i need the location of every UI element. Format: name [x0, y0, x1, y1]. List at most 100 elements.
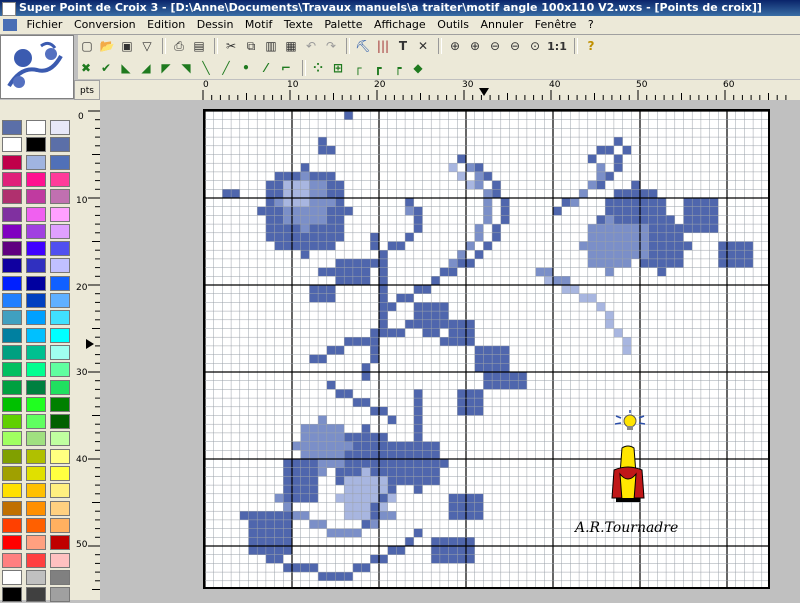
palette-swatch[interactable]: [50, 500, 70, 516]
palette-swatch[interactable]: [50, 362, 70, 378]
palette-swatch[interactable]: [2, 241, 22, 257]
palette-swatch[interactable]: [26, 448, 46, 464]
petite-stitch-icon[interactable]: ╲: [198, 60, 214, 76]
palette-swatch[interactable]: [26, 241, 46, 257]
three-quarter-stitch-icon[interactable]: ◢: [138, 60, 154, 76]
palette-swatch[interactable]: [50, 258, 70, 274]
palette-swatch[interactable]: [2, 396, 22, 412]
palette-swatch[interactable]: [26, 569, 46, 585]
palette-swatch[interactable]: [26, 379, 46, 395]
palette-swatch[interactable]: [26, 414, 46, 430]
menu-texte[interactable]: Texte: [280, 16, 317, 34]
square-stitch-icon[interactable]: ⌐: [278, 60, 294, 76]
palette-swatch[interactable]: [50, 344, 70, 360]
palette-swatch[interactable]: [50, 293, 70, 308]
palette-swatch[interactable]: [26, 431, 46, 447]
open-icon[interactable]: 📂: [98, 37, 116, 55]
palette-swatch[interactable]: [26, 120, 46, 135]
quarter-stitch-icon[interactable]: ◣: [118, 60, 134, 76]
cut-icon[interactable]: ✂: [222, 37, 240, 55]
palette-swatch[interactable]: [26, 327, 46, 343]
palette-swatch[interactable]: [50, 154, 70, 170]
zoom-out-icon[interactable]: ⊖: [486, 37, 504, 55]
palette-swatch[interactable]: [2, 293, 22, 308]
bead-icon[interactable]: •: [238, 60, 254, 76]
palette-swatch[interactable]: [2, 448, 22, 464]
menu-fenetre[interactable]: Fenêtre: [531, 16, 581, 34]
palette-swatch[interactable]: [50, 310, 70, 326]
menu-outils[interactable]: Outils: [433, 16, 473, 34]
palette-swatch[interactable]: [2, 258, 22, 274]
symbol-icon[interactable]: ✕: [414, 37, 432, 55]
palette-swatch[interactable]: [50, 535, 70, 551]
star-stitch-icon[interactable]: ⁄: [258, 60, 274, 76]
palette-swatch[interactable]: [50, 396, 70, 412]
zoom-reset-icon[interactable]: ⊙: [526, 37, 544, 55]
zoom-in-icon[interactable]: ⊕: [446, 37, 464, 55]
print-preview-icon[interactable]: ▤: [190, 37, 208, 55]
palette-swatch[interactable]: [50, 379, 70, 395]
menu-dessin[interactable]: Dessin: [193, 16, 238, 34]
palette-swatch[interactable]: [50, 569, 70, 585]
document-menu-icon[interactable]: [3, 19, 17, 31]
cross-stitch-icon[interactable]: ✖: [78, 60, 94, 76]
back-stitch-icon[interactable]: ◤: [158, 60, 174, 76]
palette-swatch[interactable]: [50, 275, 70, 291]
save-icon[interactable]: ▣: [118, 37, 136, 55]
stitch-tools-icon[interactable]: |||: [374, 37, 392, 55]
palette-swatch[interactable]: [26, 483, 46, 499]
palette-swatch[interactable]: [26, 500, 46, 516]
copy-icon[interactable]: ⧉: [242, 37, 260, 55]
french-knot-icon[interactable]: ╱: [218, 60, 234, 76]
eraser-stitch-icon[interactable]: ◆: [410, 60, 426, 76]
palette-swatch[interactable]: [2, 327, 22, 343]
menu-edition[interactable]: Edition: [143, 16, 189, 34]
palette-swatch[interactable]: [26, 137, 46, 153]
print-icon[interactable]: ⎙: [170, 37, 188, 55]
long-stitch-icon[interactable]: ◥: [178, 60, 194, 76]
paste-special-icon[interactable]: ▦: [282, 37, 300, 55]
brush-icon[interactable]: ⛏: [354, 37, 372, 55]
palette-swatch[interactable]: [26, 154, 46, 170]
palette-swatch[interactable]: [2, 120, 22, 135]
palette-swatch[interactable]: [2, 466, 22, 481]
palette-swatch[interactable]: [2, 483, 22, 499]
palette-swatch[interactable]: [2, 154, 22, 170]
zoom-fit-icon[interactable]: ⊕: [466, 37, 484, 55]
palette-swatch[interactable]: [26, 344, 46, 360]
palette-swatch[interactable]: [2, 310, 22, 326]
stitch-grid[interactable]: [203, 109, 770, 589]
design-thumbnail[interactable]: [0, 35, 74, 99]
menu-palette[interactable]: Palette: [320, 16, 366, 34]
palette-swatch[interactable]: [50, 414, 70, 430]
zoom-out2-icon[interactable]: ⊖: [506, 37, 524, 55]
palette-swatch[interactable]: [2, 362, 22, 378]
palette-swatch[interactable]: [50, 517, 70, 533]
palette-swatch[interactable]: [2, 552, 22, 568]
new-icon[interactable]: ▢: [78, 37, 96, 55]
palette-swatch[interactable]: [26, 171, 46, 187]
palette-swatch[interactable]: [50, 448, 70, 464]
palette-swatch[interactable]: [2, 206, 22, 222]
half-stitch-icon[interactable]: ✔: [98, 60, 114, 76]
palette-swatch[interactable]: [2, 431, 22, 447]
undo-icon[interactable]: ↶: [302, 37, 320, 55]
palette-swatch[interactable]: [26, 396, 46, 412]
stitch-pattern[interactable]: [205, 111, 768, 587]
palette-swatch[interactable]: [26, 362, 46, 378]
palette-swatch[interactable]: [2, 414, 22, 430]
menu-help[interactable]: ?: [584, 16, 598, 34]
palette-swatch[interactable]: [26, 189, 46, 205]
filter-icon[interactable]: ▽: [138, 37, 156, 55]
palette-swatch[interactable]: [50, 120, 70, 135]
palette-swatch[interactable]: [26, 466, 46, 481]
palette-swatch[interactable]: [26, 310, 46, 326]
palette-swatch[interactable]: [50, 171, 70, 187]
palette-swatch[interactable]: [50, 206, 70, 222]
palette-swatch[interactable]: [2, 517, 22, 533]
palette-swatch[interactable]: [50, 552, 70, 568]
palette-swatch[interactable]: [2, 535, 22, 551]
paste-icon[interactable]: ▥: [262, 37, 280, 55]
angle-stitch-icon[interactable]: ⊞: [330, 60, 346, 76]
zoom-level-button[interactable]: 1:1: [546, 37, 568, 55]
